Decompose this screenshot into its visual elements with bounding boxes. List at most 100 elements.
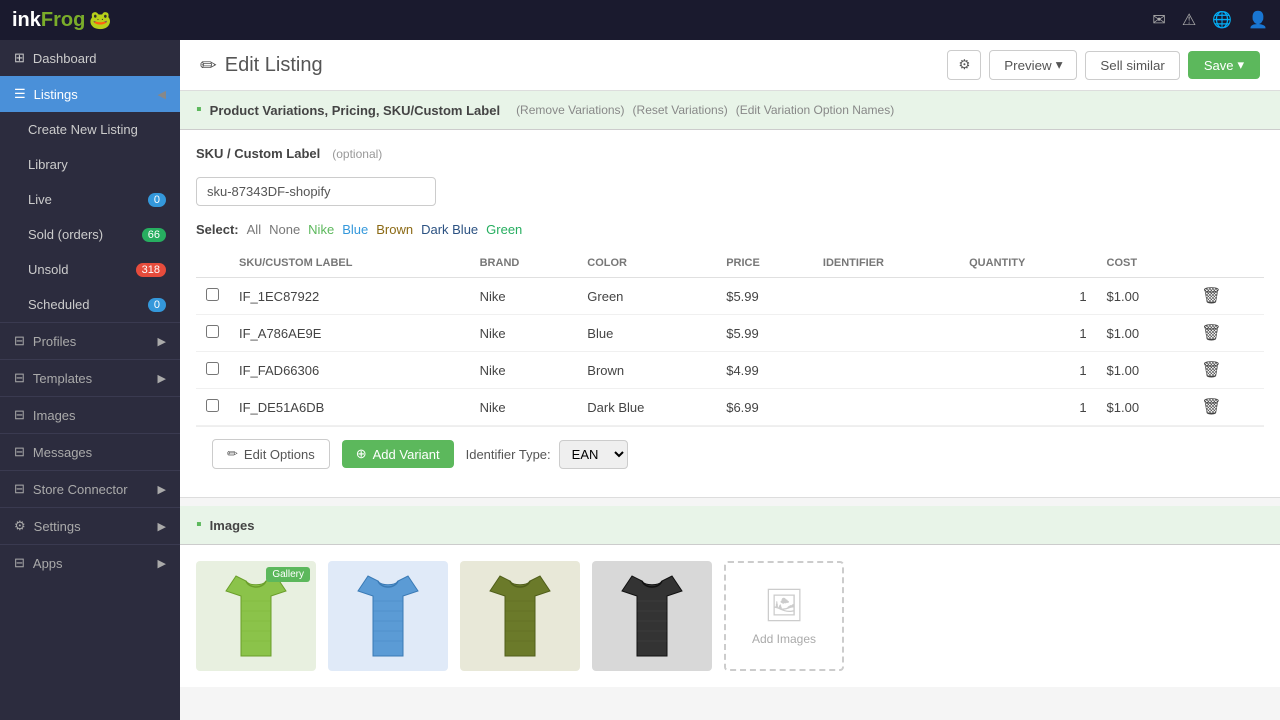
identifier-type-select[interactable]: EAN UPC ISBN ASIN bbox=[559, 440, 628, 469]
sidebar-item-listings[interactable]: ☰ Listings ◀ bbox=[0, 76, 180, 112]
row-delete[interactable]: 🗑 bbox=[1191, 352, 1264, 389]
images-label: Images bbox=[33, 408, 76, 423]
row-checkbox-cell bbox=[196, 352, 229, 389]
select-none-link[interactable]: None bbox=[269, 222, 300, 237]
image-thumb[interactable] bbox=[592, 561, 712, 671]
sidebar-item-profiles[interactable]: ⊟ Profiles ▶ bbox=[0, 322, 180, 359]
select-brown-link[interactable]: Brown bbox=[376, 222, 413, 237]
preview-chevron-icon: ▾ bbox=[1056, 57, 1063, 73]
bottom-actions: ✏ Edit Options ⊕ Add Variant Identifier … bbox=[196, 426, 1264, 481]
row-price: $5.99 bbox=[716, 278, 813, 315]
edit-options-button[interactable]: ✏ Edit Options bbox=[212, 439, 330, 469]
row-brand: Nike bbox=[470, 278, 578, 315]
sell-similar-button[interactable]: Sell similar bbox=[1085, 51, 1179, 80]
col-cost: COST bbox=[1097, 249, 1192, 278]
row-quantity: 1 bbox=[959, 352, 1096, 389]
select-green-link[interactable]: Green bbox=[486, 222, 522, 237]
mail-icon[interactable]: ✉ bbox=[1152, 10, 1165, 30]
add-images-box[interactable]: 🖼 Add Images bbox=[724, 561, 844, 671]
scheduled-badge: 0 bbox=[148, 298, 166, 312]
chevron-right-icon: ▶ bbox=[158, 557, 166, 570]
sidebar-item-unsold[interactable]: Unsold 318 bbox=[0, 252, 180, 287]
remove-variations-link[interactable]: (Remove Variations) bbox=[516, 103, 624, 117]
images-body: Gallery bbox=[180, 545, 1280, 687]
chevron-left-icon: ◀ bbox=[158, 88, 166, 101]
sidebar-item-templates[interactable]: ⊟ Templates ▶ bbox=[0, 359, 180, 396]
logo: inkFrog 🐸 bbox=[12, 9, 112, 32]
preview-button[interactable]: Preview ▾ bbox=[989, 50, 1077, 80]
col-sku: SKU/CUSTOM LABEL bbox=[229, 249, 470, 278]
store-connector-label: Store Connector bbox=[33, 482, 128, 497]
top-navigation: inkFrog 🐸 ✉ ⚠ 🌐 👤 bbox=[0, 0, 1280, 40]
row-price: $6.99 bbox=[716, 389, 813, 426]
variations-header-icon: ▪ bbox=[196, 101, 202, 119]
select-all-link[interactable]: All bbox=[247, 222, 261, 237]
variations-header: ▪ Product Variations, Pricing, SKU/Custo… bbox=[180, 91, 1280, 130]
globe-icon[interactable]: 🌐 bbox=[1212, 10, 1232, 30]
sidebar-item-sold[interactable]: Sold (orders) 66 bbox=[0, 217, 180, 252]
identifier-type-row: Identifier Type: EAN UPC ISBN ASIN bbox=[466, 440, 628, 469]
select-blue-link[interactable]: Blue bbox=[342, 222, 368, 237]
chevron-right-icon: ▶ bbox=[158, 335, 166, 348]
sku-input[interactable] bbox=[196, 177, 436, 206]
profiles-label: Profiles bbox=[33, 334, 76, 349]
image-thumb[interactable]: Gallery bbox=[196, 561, 316, 671]
add-variant-button[interactable]: ⊕ Add Variant bbox=[342, 440, 454, 468]
reset-variations-link[interactable]: (Reset Variations) bbox=[633, 103, 728, 117]
row-color: Dark Blue bbox=[577, 389, 716, 426]
row-checkbox[interactable] bbox=[206, 362, 219, 375]
image-thumb[interactable] bbox=[328, 561, 448, 671]
sidebar-item-live[interactable]: Live 0 bbox=[0, 182, 180, 217]
row-color: Green bbox=[577, 278, 716, 315]
images-section: ▪ Images Gallery bbox=[180, 506, 1280, 687]
gear-button[interactable]: ⚙ bbox=[947, 50, 981, 80]
sidebar-item-dashboard[interactable]: ⊞ Dashboard bbox=[0, 40, 180, 76]
sidebar-item-store-connector[interactable]: ⊟ Store Connector ▶ bbox=[0, 470, 180, 507]
col-price: PRICE bbox=[716, 249, 813, 278]
row-delete[interactable]: 🗑 bbox=[1191, 389, 1264, 426]
logo-ink: ink bbox=[12, 9, 41, 32]
sidebar-item-messages[interactable]: ⊟ Messages bbox=[0, 433, 180, 470]
sku-label: SKU / Custom Label bbox=[196, 146, 320, 161]
sidebar-item-images[interactable]: ⊟ Images bbox=[0, 396, 180, 433]
shirt-svg-green bbox=[221, 571, 291, 661]
edit-variation-names-link[interactable]: (Edit Variation Option Names) bbox=[736, 103, 895, 117]
row-price: $5.99 bbox=[716, 315, 813, 352]
save-button[interactable]: Save ▾ bbox=[1188, 51, 1260, 79]
row-sku: IF_FAD66306 bbox=[229, 352, 470, 389]
row-delete[interactable]: 🗑 bbox=[1191, 278, 1264, 315]
select-darkblue-link[interactable]: Dark Blue bbox=[421, 222, 478, 237]
sidebar-item-label: Dashboard bbox=[33, 51, 97, 66]
row-quantity: 1 bbox=[959, 389, 1096, 426]
library-label: Library bbox=[28, 157, 68, 172]
row-color: Blue bbox=[577, 315, 716, 352]
sidebar-item-scheduled[interactable]: Scheduled 0 bbox=[0, 287, 180, 322]
main-layout: ⊞ Dashboard ☰ Listings ◀ Create New List… bbox=[0, 40, 1280, 720]
row-checkbox[interactable] bbox=[206, 399, 219, 412]
sku-row: SKU / Custom Label (optional) bbox=[196, 146, 1264, 161]
variations-title: Product Variations, Pricing, SKU/Custom … bbox=[210, 103, 500, 118]
sidebar: ⊞ Dashboard ☰ Listings ◀ Create New List… bbox=[0, 40, 180, 720]
sidebar-item-library[interactable]: Library bbox=[0, 147, 180, 182]
image-thumb[interactable] bbox=[460, 561, 580, 671]
sidebar-item-apps[interactable]: ⊟ Apps ▶ bbox=[0, 544, 180, 581]
edit-icon: ✏ bbox=[200, 53, 217, 78]
user-icon[interactable]: 👤 bbox=[1248, 10, 1268, 30]
table-row: IF_A786AE9E Nike Blue $5.99 1 $1.00 🗑 bbox=[196, 315, 1264, 352]
dashboard-icon: ⊞ bbox=[14, 50, 25, 66]
sidebar-item-create-listing[interactable]: Create New Listing bbox=[0, 112, 180, 147]
apps-label: Apps bbox=[33, 556, 63, 571]
row-brand: Nike bbox=[470, 315, 578, 352]
row-checkbox[interactable] bbox=[206, 288, 219, 301]
alert-icon[interactable]: ⚠ bbox=[1182, 10, 1196, 30]
col-color: COLOR bbox=[577, 249, 716, 278]
settings-label: Settings bbox=[34, 519, 81, 534]
select-nike-link[interactable]: Nike bbox=[308, 222, 334, 237]
row-delete[interactable]: 🗑 bbox=[1191, 315, 1264, 352]
row-checkbox-cell bbox=[196, 389, 229, 426]
sidebar-item-settings[interactable]: ⚙ Settings ▶ bbox=[0, 507, 180, 544]
table-row: IF_DE51A6DB Nike Dark Blue $6.99 1 $1.00… bbox=[196, 389, 1264, 426]
row-checkbox[interactable] bbox=[206, 325, 219, 338]
shirt-svg-olive bbox=[485, 571, 555, 661]
row-brand: Nike bbox=[470, 389, 578, 426]
